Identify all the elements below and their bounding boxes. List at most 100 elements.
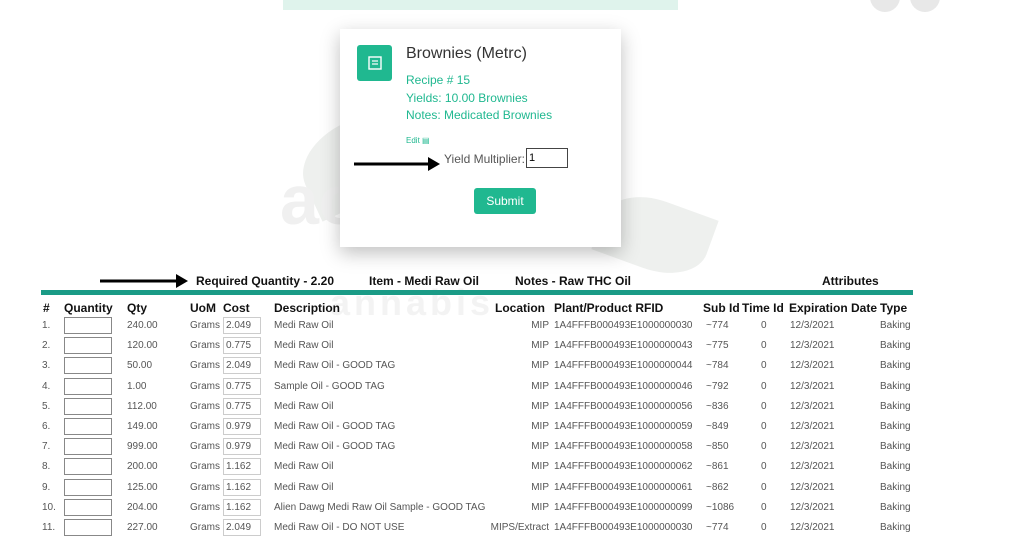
row-description: Medi Raw Oil: [274, 340, 334, 352]
row-rfid: 1A4FFFB000493E1000000058: [554, 441, 693, 453]
item-name: Item - Medi Raw Oil: [369, 274, 480, 288]
cost-field[interactable]: 0.979: [223, 418, 261, 435]
row-sub-id: ~774: [706, 320, 729, 331]
top-button-circle[interactable]: [870, 0, 900, 12]
cost-field[interactable]: 1.162: [223, 498, 261, 516]
row-qty: 120.00: [127, 340, 158, 352]
quantity-input[interactable]: [64, 438, 112, 456]
quantity-input[interactable]: [64, 357, 112, 375]
quantity-input[interactable]: [64, 498, 112, 516]
row-qty: 240.00: [127, 320, 158, 331]
row-expiration: 12/3/2021: [790, 340, 835, 352]
cost-field[interactable]: 2.049: [223, 357, 261, 375]
row-sub-id: ~861: [706, 461, 729, 473]
table-row: 0.775 5. 112.00 Grams Medi Raw Oil MIP 1A4FFFB…: [0, 397, 1024, 421]
cost-field[interactable]: 0.775: [223, 337, 261, 355]
row-location: MIP: [531, 380, 549, 392]
row-description: Alien Dawg Medi Raw Oil Sample - GOOD TA…: [274, 501, 486, 513]
row-number: 3.: [42, 360, 51, 372]
quantity-input[interactable]: [64, 519, 112, 536]
cost-field[interactable]: 0.775: [223, 397, 261, 415]
row-rfid: 1A4FFFB000493E1000000030: [554, 522, 693, 533]
row-time-id: 0: [761, 320, 767, 331]
annotation-arrow: [354, 157, 440, 171]
recipe-notes: Notes: Medicated Brownies: [406, 108, 553, 122]
row-sub-id: ~862: [706, 481, 729, 493]
row-location: MIP: [531, 400, 549, 412]
row-qty: 999.00: [127, 441, 158, 453]
row-qty: 149.00: [127, 421, 158, 432]
row-sub-id: ~775: [706, 340, 729, 352]
quantity-input[interactable]: [64, 337, 112, 355]
row-description: Medi Raw Oil - GOOD TAG: [274, 421, 396, 432]
quantity-input[interactable]: [64, 478, 112, 496]
quantity-input[interactable]: [64, 397, 112, 415]
row-rfid: 1A4FFFB000493E1000000061: [554, 481, 693, 493]
yield-multiplier-label: Yield Multiplier:: [444, 152, 525, 166]
row-time-id: 0: [761, 441, 767, 453]
cost-field[interactable]: 0.775: [223, 377, 261, 395]
cost-field[interactable]: 1.162: [223, 478, 261, 496]
cost-field[interactable]: 0.979: [223, 438, 261, 456]
row-expiration: 12/3/2021: [790, 421, 835, 432]
row-description: Medi Raw Oil: [274, 481, 334, 493]
table-row: 2.049 11. 227.00 Grams Medi Raw Oil - DO NOT…: [0, 519, 1024, 542]
top-button-circle[interactable]: [910, 0, 940, 12]
yield-multiplier-input[interactable]: [526, 148, 568, 168]
col-header-uom: UoM: [190, 301, 216, 315]
quantity-input[interactable]: [64, 317, 112, 334]
submit-button[interactable]: Submit: [474, 188, 536, 214]
recipe-number: Recipe # 15: [406, 73, 471, 87]
row-time-id: 0: [761, 501, 767, 513]
row-sub-id: ~850: [706, 441, 729, 453]
cost-field[interactable]: 2.049: [223, 317, 261, 334]
top-banner: [283, 0, 678, 10]
row-uom: Grams: [190, 501, 220, 513]
row-location: MIP: [531, 320, 549, 331]
row-qty: 227.00: [127, 522, 158, 533]
row-description: Sample Oil - GOOD TAG: [274, 380, 385, 392]
row-expiration: 12/3/2021: [790, 400, 835, 412]
row-type: Baking: [880, 461, 911, 473]
edit-icon: ▤: [422, 136, 430, 145]
row-rfid: 1A4FFFB000493E1000000046: [554, 380, 693, 392]
cost-field[interactable]: 2.049: [223, 519, 261, 536]
quantity-input[interactable]: [64, 418, 112, 435]
col-header-expiration: Expiration Date: [789, 301, 878, 315]
col-header-description: Description: [274, 301, 341, 315]
row-expiration: 12/3/2021: [790, 320, 835, 331]
row-number: 11.: [42, 522, 56, 533]
row-description: Medi Raw Oil: [274, 400, 334, 412]
row-time-id: 0: [761, 380, 767, 392]
required-quantity: Required Quantity - 2.20: [196, 274, 335, 288]
row-type: Baking: [880, 380, 911, 392]
row-location: MIP: [531, 461, 549, 473]
row-time-id: 0: [761, 340, 767, 352]
col-header-quantity: Quantity: [64, 301, 113, 315]
row-number: 9.: [42, 481, 51, 493]
row-uom: Grams: [190, 380, 220, 392]
edit-link[interactable]: Edit ▤: [406, 136, 430, 145]
row-time-id: 0: [761, 360, 767, 372]
row-description: Medi Raw Oil: [274, 461, 334, 473]
quantity-input[interactable]: [64, 458, 112, 476]
row-rfid: 1A4FFFB000493E1000000056: [554, 400, 693, 412]
row-expiration: 12/3/2021: [790, 360, 835, 372]
quantity-input[interactable]: [64, 377, 112, 395]
cost-field[interactable]: 1.162: [223, 458, 261, 476]
table-row: 1.162 9. 125.00 Grams Medi Raw Oil MIP 1A4FFFB…: [0, 478, 1024, 502]
row-type: Baking: [880, 360, 911, 372]
row-type: Baking: [880, 481, 911, 493]
attributes-heading: Attributes: [822, 274, 879, 288]
row-number: 6.: [42, 421, 51, 432]
item-notes: Notes - Raw THC Oil: [515, 274, 632, 288]
row-description: Medi Raw Oil: [274, 320, 334, 331]
col-header-qty: Qty: [127, 301, 148, 315]
row-number: 8.: [42, 461, 51, 473]
col-header-location: Location: [495, 301, 545, 315]
row-uom: Grams: [190, 360, 220, 372]
row-location: MIP: [531, 360, 549, 372]
table-row: 1.162 8. 200.00 Grams Medi Raw Oil MIP 1A4FFFB…: [0, 458, 1024, 481]
row-location: MIPS/Extract: [490, 522, 549, 533]
table-row: 0.775 4. 1.00 Grams Sample Oil - GOOD TAG MIP…: [0, 377, 1024, 401]
